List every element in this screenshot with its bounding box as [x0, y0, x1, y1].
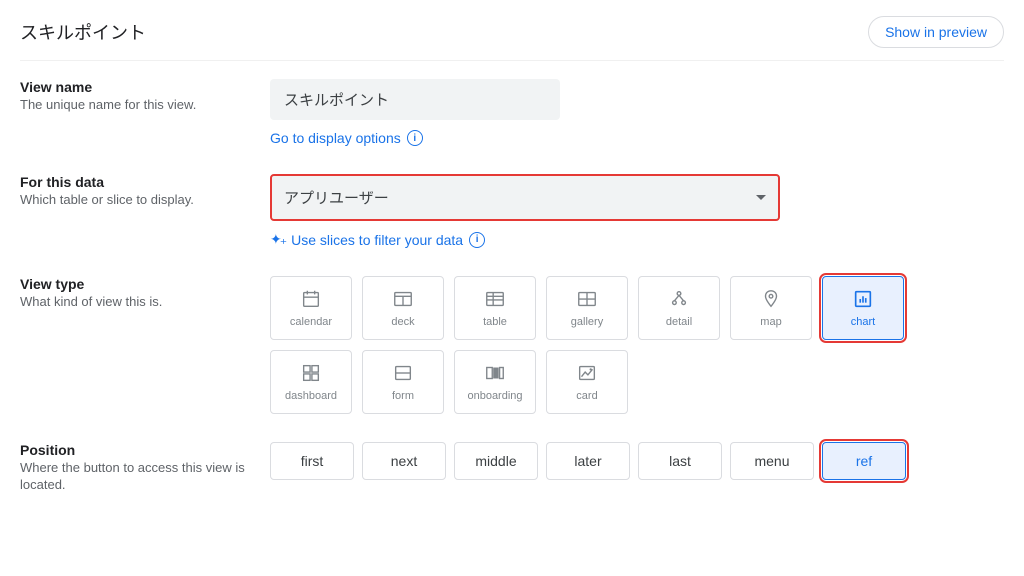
position-middle[interactable]: middle [454, 442, 538, 480]
row-position: Position Where the button to access this… [20, 442, 1004, 494]
view-type-onboarding[interactable]: onboarding [454, 350, 536, 414]
view-type-form[interactable]: form [362, 350, 444, 414]
position-later[interactable]: later [546, 442, 630, 480]
position-label: Position [20, 442, 270, 458]
view-type-label: View type [20, 276, 270, 292]
position-next[interactable]: next [362, 442, 446, 480]
view-type-dashboard[interactable]: dashboard [270, 350, 352, 414]
position-desc: Where the button to access this view is … [20, 460, 270, 494]
onboarding-icon [484, 362, 506, 384]
for-this-data-value: アプリユーザー [284, 187, 389, 208]
row-view-type: View type What kind of view this is. cal… [20, 276, 1004, 414]
view-header: スキルポイント Show in preview [20, 16, 1004, 61]
view-name-label: View name [20, 79, 270, 95]
chart-icon [852, 288, 874, 310]
form-icon [392, 362, 414, 384]
view-name-desc: The unique name for this view. [20, 97, 270, 114]
card-icon [576, 362, 598, 384]
position-menu[interactable]: menu [730, 442, 814, 480]
view-type-gallery[interactable]: gallery [546, 276, 628, 340]
go-to-display-options-link[interactable]: Go to display options [270, 130, 401, 146]
view-type-grid: calendar deck table gallery detail [270, 276, 970, 414]
position-last[interactable]: last [638, 442, 722, 480]
deck-icon [392, 288, 414, 310]
view-type-card[interactable]: card [546, 350, 628, 414]
page-title: スキルポイント [20, 19, 146, 45]
position-group: first next middle later last menu ref [270, 442, 1004, 480]
row-for-this-data: For this data Which table or slice to di… [20, 174, 1004, 248]
chevron-down-icon [756, 195, 766, 200]
show-in-preview-button[interactable]: Show in preview [868, 16, 1004, 48]
view-type-table[interactable]: table [454, 276, 536, 340]
sparkle-icon: ✦₊ [270, 231, 285, 248]
for-this-data-desc: Which table or slice to display. [20, 192, 270, 209]
table-icon [484, 288, 506, 310]
dashboard-icon [300, 362, 322, 384]
view-name-input[interactable] [270, 79, 560, 120]
view-type-detail[interactable]: detail [638, 276, 720, 340]
for-this-data-label: For this data [20, 174, 270, 190]
view-type-desc: What kind of view this is. [20, 294, 270, 311]
calendar-icon [300, 288, 322, 310]
use-slices-link[interactable]: Use slices to filter your data [291, 232, 463, 248]
map-icon [760, 288, 782, 310]
info-icon[interactable]: i [407, 130, 423, 146]
gallery-icon [576, 288, 598, 310]
position-ref[interactable]: ref [822, 442, 906, 480]
view-type-chart[interactable]: chart [822, 276, 904, 340]
info-icon[interactable]: i [469, 232, 485, 248]
detail-icon [668, 288, 690, 310]
position-first[interactable]: first [270, 442, 354, 480]
for-this-data-select[interactable]: アプリユーザー [270, 174, 780, 221]
view-type-map[interactable]: map [730, 276, 812, 340]
row-view-name: View name The unique name for this view.… [20, 79, 1004, 146]
view-type-calendar[interactable]: calendar [270, 276, 352, 340]
view-type-deck[interactable]: deck [362, 276, 444, 340]
